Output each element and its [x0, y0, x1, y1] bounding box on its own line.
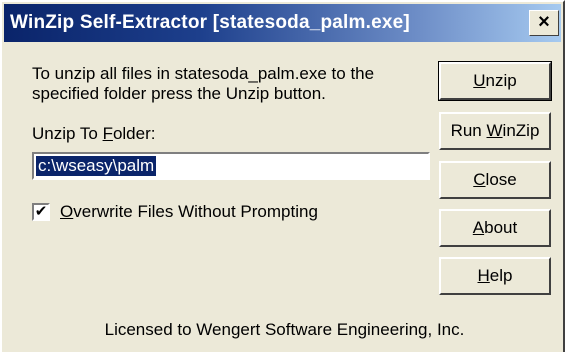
unzip-button[interactable]: Unzip — [438, 61, 552, 101]
about-button[interactable]: About — [439, 209, 551, 247]
winzip-dialog: WinZip Self-Extractor [statesoda_palm.ex… — [0, 0, 565, 352]
unzip-folder-label: Unzip To Folder: — [32, 124, 156, 143]
overwrite-option[interactable]: ✔ Overwrite Files Without Prompting — [32, 202, 318, 222]
title-bar[interactable]: WinZip Self-Extractor [statesoda_palm.ex… — [4, 4, 561, 42]
instruction-text: To unzip all files in statesoda_palm.exe… — [32, 64, 375, 103]
unzip-folder-input[interactable]: c:\wseasy\palm — [32, 152, 430, 180]
close-window-button[interactable]: × — [529, 10, 559, 36]
window-title: WinZip Self-Extractor [statesoda_palm.ex… — [10, 12, 410, 33]
close-button[interactable]: Close — [439, 161, 551, 199]
checkmark-icon: ✔ — [34, 203, 48, 220]
run-winzip-button[interactable]: Run WinZip — [439, 112, 551, 150]
unzip-folder-value: c:\wseasy\palm — [36, 156, 157, 176]
overwrite-label: Overwrite Files Without Prompting — [60, 202, 318, 221]
overwrite-checkbox[interactable]: ✔ — [32, 203, 50, 221]
help-button[interactable]: Help — [439, 257, 551, 295]
license-text: Licensed to Wengert Software Engineering… — [104, 320, 465, 339]
close-icon: × — [538, 11, 550, 33]
